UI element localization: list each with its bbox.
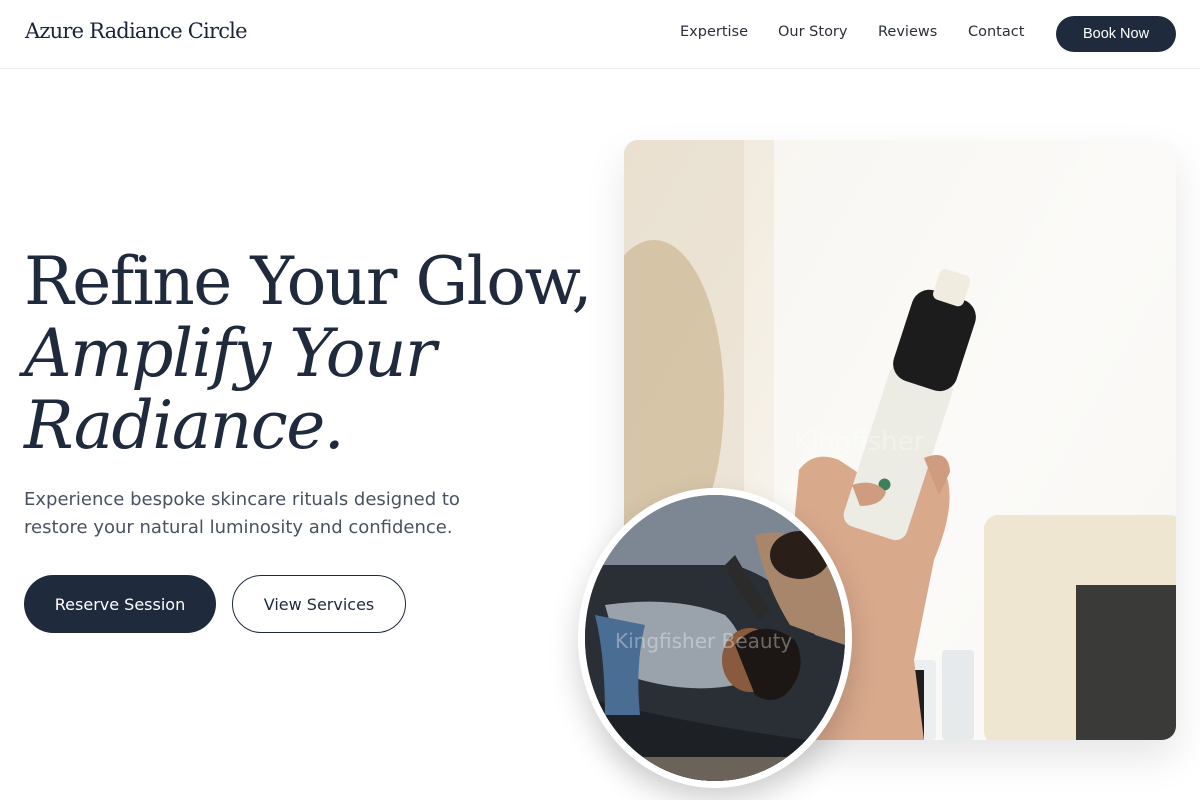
hero-title-line-2: Amplify Your [24, 315, 437, 392]
main-nav: Expertise Our Story Reviews Contact [0, 24, 1200, 44]
main-image-watermark: Kingfisher [794, 427, 925, 457]
hero-title-line-3: Radiance. [24, 387, 345, 464]
reserve-session-button[interactable]: Reserve Session [24, 575, 216, 633]
nav-link-our-story[interactable]: Our Story [778, 24, 847, 40]
nav-link-expertise[interactable]: Expertise [680, 24, 748, 40]
circle-image-frame: Kingfisher Beauty [585, 495, 845, 781]
view-services-button[interactable]: View Services [232, 575, 406, 633]
site-header: Azure Radiance Circle Expertise Our Stor… [0, 0, 1200, 69]
hero-circle-image: Kingfisher Beauty [578, 488, 852, 788]
hero-title: Refine Your Glow, Amplify Your Radiance. [24, 243, 593, 464]
hero-title-line-1: Refine Your Glow, [24, 243, 593, 320]
book-now-button[interactable]: Book Now [1056, 16, 1176, 52]
circle-image-watermark: Kingfisher Beauty [615, 629, 793, 653]
nav-link-reviews[interactable]: Reviews [878, 24, 937, 40]
nav-link-contact[interactable]: Contact [968, 24, 1024, 40]
hero-subtitle: Experience bespoke skincare rituals desi… [24, 489, 460, 538]
